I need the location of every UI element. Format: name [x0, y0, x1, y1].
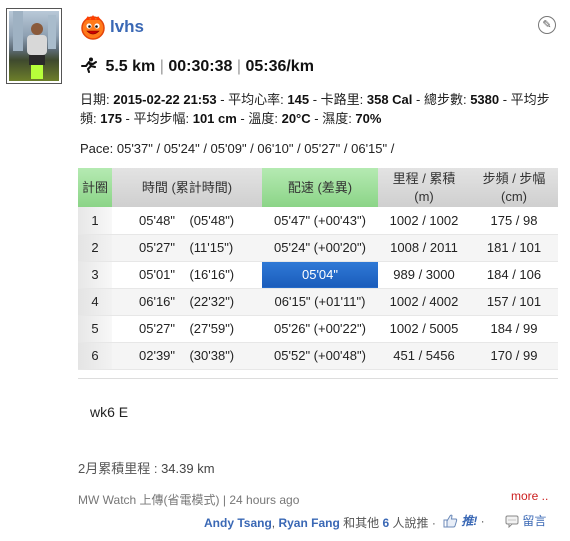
liker-name[interactable]: Ryan Fang — [278, 516, 339, 530]
more-link[interactable]: more .. — [511, 489, 548, 503]
header-cadence: 步頻 / 步幅 (cm) — [470, 168, 558, 207]
lap-distance: 1002 / 5005 — [378, 315, 470, 343]
lap-cadence: 170 / 99 — [470, 342, 558, 370]
likes-and-others: 和其他 — [339, 516, 383, 530]
lap-cadence: 175 / 98 — [470, 207, 558, 235]
meta-separator: | — [219, 493, 230, 507]
header-distance-line1: 里程 / 累積 — [392, 170, 456, 186]
steps-label: - 總步數: — [412, 92, 471, 107]
lap-pace-best: 05'04" — [262, 261, 378, 289]
lap-table: 計圈 時間 (累計時間) 配速 (差異) 里程 / 累積 (m) 步頻 / 步幅 (… — [78, 168, 558, 370]
summary-duration: 00:30:38 — [168, 58, 233, 75]
post-meta: MW Watch 上傳(省電模式) | 24 hours ago — [78, 491, 299, 508]
divider — [78, 378, 558, 379]
lap-distance: 1002 / 4002 — [378, 288, 470, 316]
lap-time: 05'27" (27'59") — [112, 315, 262, 343]
lap-cadence: 157 / 101 — [470, 288, 558, 316]
lap-number: 1 — [78, 207, 112, 235]
lap-time: 06'16" (22'32") — [112, 288, 262, 316]
lap-distance: 1002 / 1002 — [378, 207, 470, 235]
comment-button[interactable]: 留言 — [505, 512, 546, 529]
header-lap: 計圈 — [78, 168, 112, 207]
cal-label: - 卡路里: — [309, 92, 367, 107]
steps-value: 5380 — [470, 92, 500, 107]
thumbs-up-icon — [443, 514, 458, 528]
avatar[interactable] — [6, 8, 62, 84]
header-cadence-line1: 步頻 / 步幅 — [482, 170, 546, 186]
lap-time: 05'27" (11'15") — [112, 234, 262, 262]
hr-label: - 平均心率: — [216, 92, 288, 107]
lap-pace: 06'15" (+01'11") — [262, 288, 378, 316]
username-link[interactable]: lvhs — [110, 17, 144, 37]
cal-value: 358 Cal — [366, 92, 413, 107]
summary-distance: 5.5 km — [105, 58, 156, 75]
header-time: 時間 (累計時間) — [112, 168, 262, 207]
like-button[interactable]: 推! · — [443, 512, 485, 529]
lap-number: 5 — [78, 315, 112, 343]
temp-label: - 溫度: — [236, 111, 282, 126]
cadence-value: 175 — [100, 111, 122, 126]
speech-bubble-icon — [505, 515, 519, 528]
likes-summary: Andy Tsang, Ryan Fang 和其他 6 人說推 · — [204, 514, 436, 531]
post-time[interactable]: 24 hours ago — [229, 493, 299, 507]
likes-suffix: 人說推 · — [389, 516, 436, 530]
lap-time: 05'01" (16'16") — [112, 261, 262, 289]
monthly-value: 34.39 km — [161, 461, 215, 476]
table-row: 1 05'48" (05'48") 05'47" (+00'43") 1002 … — [78, 207, 558, 235]
lap-table-header: 計圈 時間 (累計時間) 配速 (差異) 里程 / 累積 (m) 步頻 / 步幅 (… — [78, 168, 558, 207]
comment-label: 留言 — [522, 514, 547, 528]
date-value: 2015-02-22 21:53 — [113, 92, 217, 107]
smiley-logo-icon — [81, 15, 105, 40]
lap-distance: 451 / 5456 — [378, 342, 470, 370]
upload-source: MW Watch 上傳(省電模式) — [78, 493, 220, 507]
like-dot: · — [477, 514, 485, 528]
table-row: 6 02'39" (30'38") 05'52" (+00'48") 451 /… — [78, 342, 558, 370]
lap-time: 05'48" (05'48") — [112, 207, 262, 235]
lap-number: 6 — [78, 342, 112, 370]
lap-cadence: 181 / 101 — [470, 234, 558, 262]
summary-pace: 05:36/km — [245, 58, 314, 75]
lap-pace: 05'26" (+00'22") — [262, 315, 378, 343]
pace-list: Pace: 05'37" / 05'24" / 05'09" / 06'10" … — [80, 141, 395, 156]
header-distance-line2: (m) — [414, 188, 434, 204]
header-pace: 配速 (差異) — [262, 168, 378, 207]
lap-number: 3 — [78, 261, 112, 289]
lap-cadence: 184 / 106 — [470, 261, 558, 289]
temp-value: 20°C — [281, 111, 311, 126]
runner-icon — [81, 57, 97, 73]
header-cadence-line2: (cm) — [501, 188, 527, 204]
humidity-label: - 濕度: — [310, 111, 356, 126]
lap-distance: 989 / 3000 — [378, 261, 470, 289]
lap-cadence: 184 / 99 — [470, 315, 558, 343]
humidity-value: 70% — [355, 111, 382, 126]
table-row: 3 05'01" (16'16") 05'04" 989 / 3000 184 … — [78, 261, 558, 289]
like-label: 推! — [461, 514, 478, 528]
header-distance: 里程 / 累積 (m) — [378, 168, 470, 207]
date-label: 日期: — [80, 92, 114, 107]
avatar-photo — [9, 11, 59, 81]
lap-number: 2 — [78, 234, 112, 262]
lap-pace: 05'24" (+00'20") — [262, 234, 378, 262]
monthly-label: 2月累積里程 : — [78, 461, 162, 476]
lap-number: 4 — [78, 288, 112, 316]
hr-value: 145 — [287, 92, 310, 107]
lap-distance: 1008 / 2011 — [378, 234, 470, 262]
stride-label: - 平均步幅: — [121, 111, 193, 126]
run-summary: 5.5 km | 00:30:38 | 05:36/km — [80, 57, 314, 76]
stride-value: 101 cm — [192, 111, 237, 126]
lap-pace: 05'47" (+00'43") — [262, 207, 378, 235]
summary-separator: | — [236, 58, 241, 75]
liker-name[interactable]: Andy Tsang — [204, 516, 272, 530]
run-note: wk6 E — [90, 404, 129, 420]
lap-pace: 05'52" (+00'48") — [262, 342, 378, 370]
monthly-total: 2月累積里程 : 34.39 km — [78, 458, 215, 477]
summary-separator: | — [159, 58, 164, 75]
pencil-icon[interactable]: ✎ — [538, 16, 556, 34]
run-details: 日期: 2015-02-22 21:53 - 平均心率: 145 - 卡路里: … — [80, 90, 560, 128]
table-row: 5 05'27" (27'59") 05'26" (+00'22") 1002 … — [78, 315, 558, 343]
table-row: 2 05'27" (11'15") 05'24" (+00'20") 1008 … — [78, 234, 558, 262]
lap-time: 02'39" (30'38") — [112, 342, 262, 370]
table-row: 4 06'16" (22'32") 06'15" (+01'11") 1002 … — [78, 288, 558, 316]
